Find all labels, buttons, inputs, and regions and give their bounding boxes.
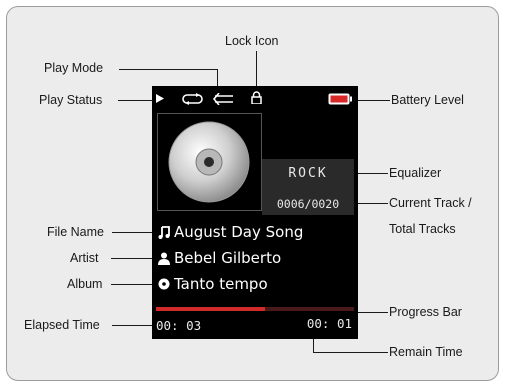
leader-current-track	[354, 203, 388, 204]
play-icon	[156, 94, 164, 103]
label-file-name: File Name	[47, 225, 104, 239]
leader-play-status	[118, 100, 156, 101]
battery-icon	[328, 93, 352, 105]
label-progress-bar: Progress Bar	[389, 305, 462, 319]
artist-name: Bebel Gilberto	[174, 249, 282, 267]
file-name: August Day Song	[174, 223, 304, 241]
arrow-left-icon	[212, 93, 233, 105]
person-icon	[158, 252, 170, 265]
label-current-track: Current Track /	[389, 196, 472, 210]
elapsed-time: 00: 03	[156, 318, 202, 333]
leader-progress-bar	[354, 312, 388, 313]
label-play-mode: Play Mode	[44, 61, 104, 75]
leader-remain-time-h	[313, 352, 388, 353]
label-artist: Artist	[70, 251, 99, 265]
progress-fill	[156, 307, 265, 311]
album-name: Tanto tempo	[174, 275, 268, 293]
remain-time: 00: 01	[306, 316, 352, 331]
progress-bar	[156, 307, 354, 311]
leader-album	[111, 284, 156, 285]
music-note-icon	[158, 226, 170, 239]
leader-elapsed-time	[112, 325, 156, 326]
repeat-icon	[182, 93, 203, 105]
leader-file-name	[112, 232, 156, 233]
label-lock-icon: Lock Icon	[225, 34, 279, 48]
equalizer-value: ROCK	[288, 166, 328, 181]
album-art	[157, 113, 262, 211]
label-battery-level: Battery Level	[391, 93, 464, 107]
leader-play-mode-h	[119, 69, 218, 70]
leader-battery-level	[354, 100, 390, 101]
leader-equalizer	[354, 173, 388, 174]
label-album: Album	[67, 277, 103, 291]
cd-icon	[168, 121, 250, 203]
label-remain-time: Remain Time	[389, 345, 463, 359]
track-counter: 0006/0020	[276, 197, 340, 211]
lock-icon	[251, 91, 262, 104]
player-screen: ROCK 0006/0020 August Day Song Bebel Gil…	[152, 86, 358, 339]
label-equalizer: Equalizer	[389, 166, 442, 180]
leader-lock-icon	[256, 51, 257, 89]
leader-artist	[111, 258, 156, 259]
label-elapsed-time: Elapsed Time	[24, 318, 100, 332]
label-total-tracks: Total Tracks	[389, 222, 456, 236]
disc-icon	[158, 278, 170, 290]
label-play-status: Play Status	[39, 93, 103, 107]
